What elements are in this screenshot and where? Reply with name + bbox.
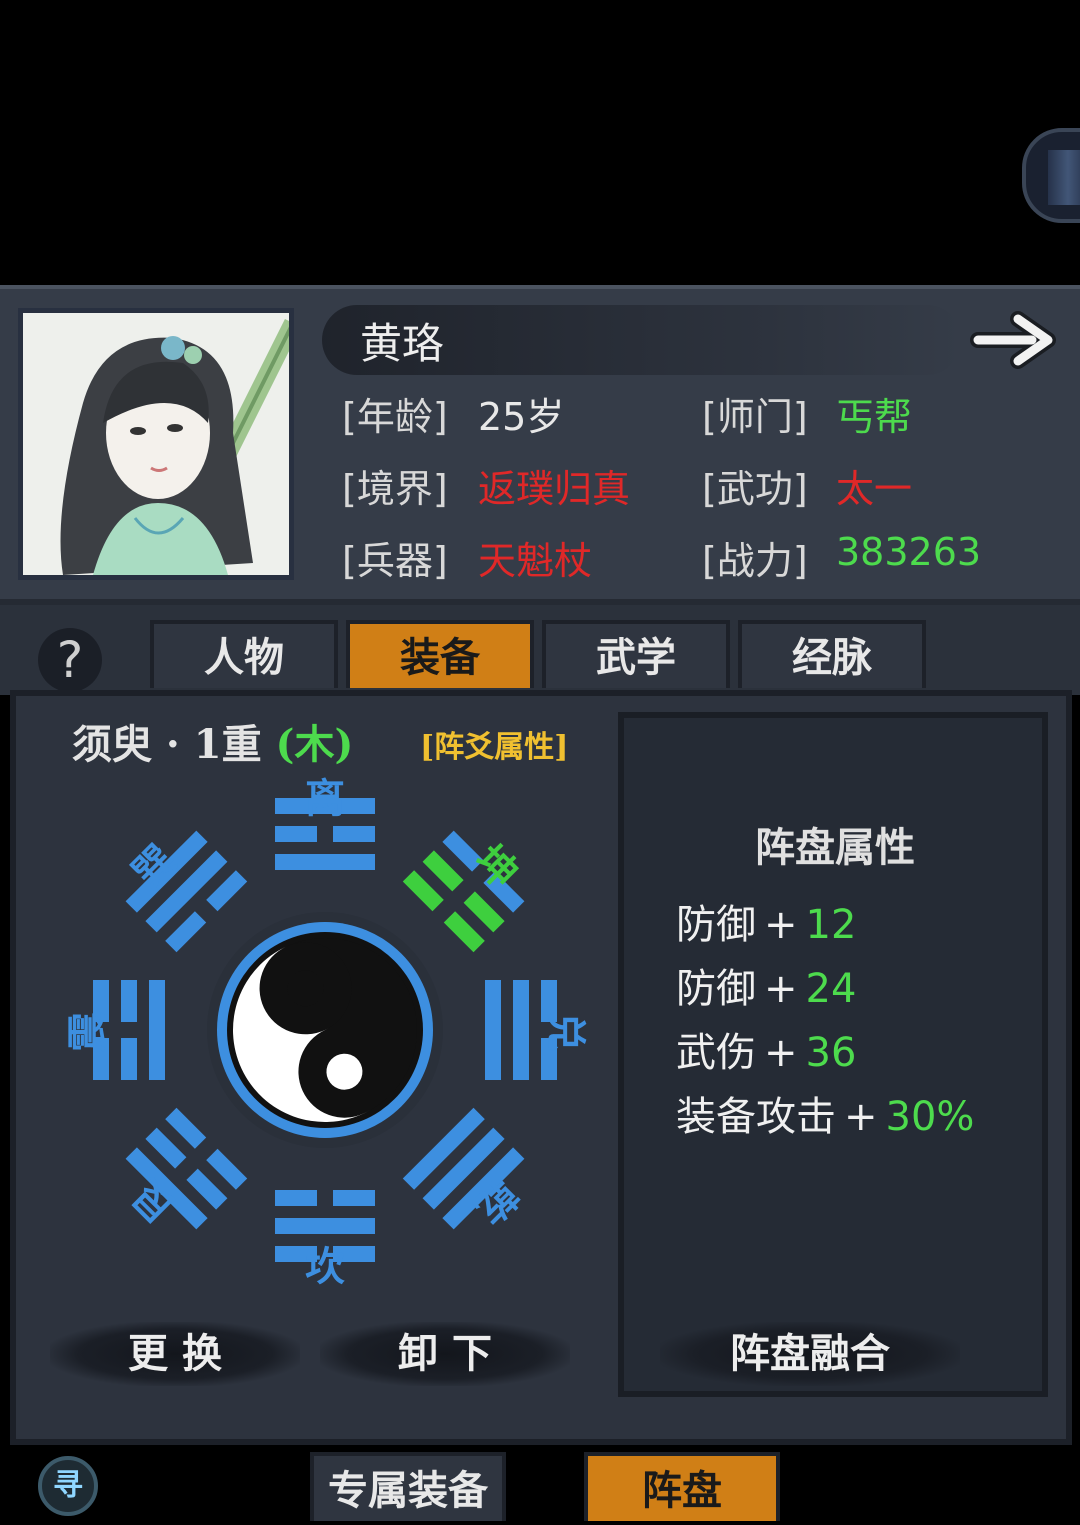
stat-op: +: [764, 902, 798, 948]
trigram-label-xun: 巽: [123, 836, 185, 898]
stat-value: 12: [805, 902, 857, 948]
tab-meridians[interactable]: 经脉: [738, 620, 926, 688]
side-scroll-ornament[interactable]: [1022, 128, 1080, 223]
replace-button[interactable]: 更 换: [50, 1322, 300, 1386]
bottom-bar: [0, 1450, 1080, 1521]
stat-op: +: [844, 1094, 878, 1140]
character-name: 黄珞: [360, 319, 445, 368]
stat-name: 防御: [676, 966, 756, 1012]
sect-label: [师门]: [702, 395, 808, 439]
tab-martial-arts[interactable]: 武学: [542, 620, 730, 688]
unload-button[interactable]: 卸 下: [320, 1322, 570, 1386]
realm-value: 返璞归真: [478, 467, 631, 511]
martial-value: 太一: [836, 467, 913, 511]
bagua-diagram: 离 坤 兑 乾 坎 艮 震 巽: [64, 775, 589, 1290]
stat-value: 36: [805, 1030, 857, 1076]
fuse-button[interactable]: 阵盘融合: [660, 1322, 960, 1386]
stat-row: 防御 +24: [676, 956, 856, 1014]
stat-name: 武伤: [676, 1030, 756, 1076]
realm-label: [境界]: [342, 467, 448, 511]
trigram-label-li: 离: [305, 775, 345, 822]
age-label: [年龄]: [342, 395, 448, 439]
stat-row: 装备攻击 +30%: [676, 1084, 974, 1142]
help-icon[interactable]: ?: [38, 628, 102, 692]
stat-row: 武伤 +36: [676, 1020, 856, 1078]
weapon-value: 天魁杖: [478, 539, 593, 583]
tab-equipment[interactable]: 装备: [346, 620, 534, 688]
tab-character[interactable]: 人物: [150, 620, 338, 688]
trigram-label-kan: 坎: [305, 1243, 345, 1290]
tab-formation-disk[interactable]: 阵盘: [584, 1452, 780, 1521]
martial-label: [武功]: [702, 467, 808, 511]
stat-op: +: [764, 1030, 798, 1076]
trigram-label-gen: 艮: [122, 1170, 184, 1232]
stats-title: 阵盘属性: [755, 824, 915, 871]
stat-name: 防御: [676, 902, 756, 948]
search-icon[interactable]: 寻: [38, 1456, 98, 1516]
tab-exclusive-equipment[interactable]: 专属装备: [310, 1452, 506, 1521]
weapon-label: [兵器]: [342, 539, 448, 583]
stat-op: +: [764, 966, 798, 1012]
stat-row: 防御 +12: [676, 892, 856, 950]
yin-yang-icon: [207, 912, 443, 1148]
power-value: 383263: [836, 530, 982, 574]
stat-value: 24: [805, 966, 857, 1012]
age-value: 25岁: [478, 395, 565, 439]
power-label: [战力]: [702, 539, 808, 583]
sect-value: 丐帮: [836, 395, 913, 439]
stat-name: 装备攻击: [676, 1094, 836, 1140]
stat-value: 30%: [885, 1094, 975, 1140]
trigram-label-dui: 兑: [542, 1012, 589, 1052]
next-arrow-icon[interactable]: [970, 305, 1065, 375]
trigram-label-zhen: 震: [64, 1012, 111, 1052]
character-portrait: [18, 308, 294, 580]
trigram-label-qian: 乾: [465, 1170, 527, 1232]
trigram-label-kun: 坤: [465, 836, 527, 898]
